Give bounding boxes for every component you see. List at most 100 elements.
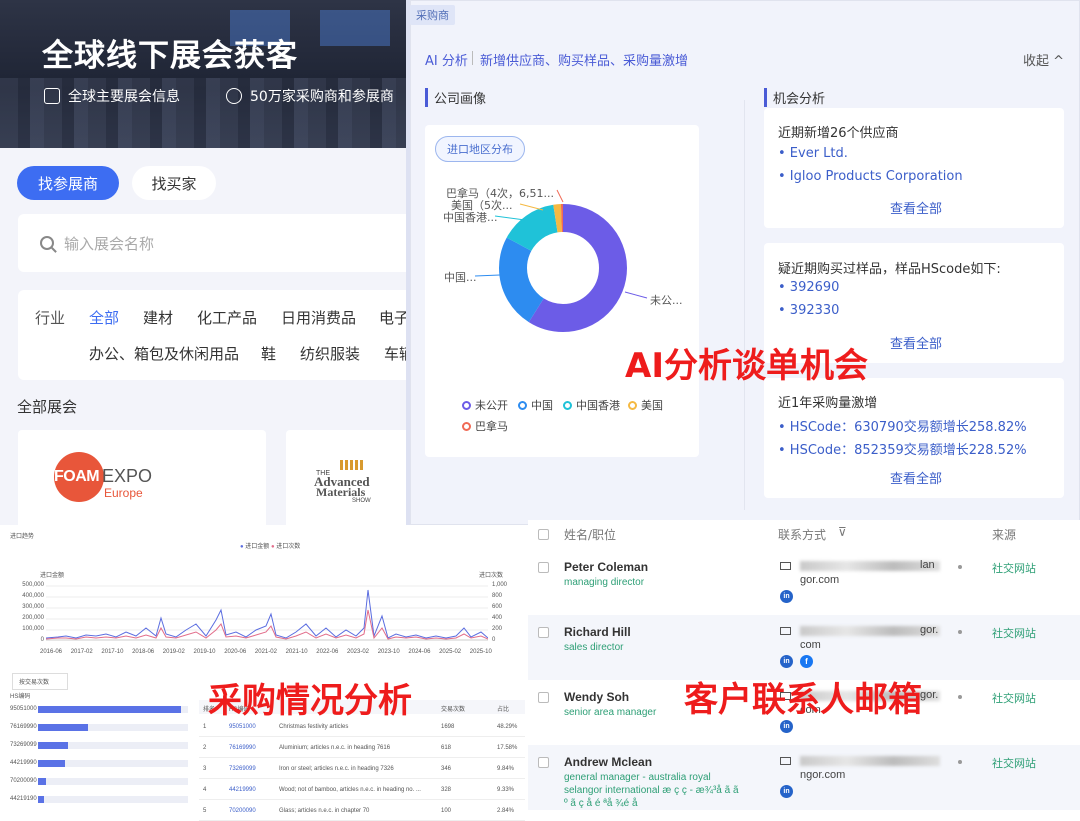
linkedin-icon[interactable]: in	[780, 785, 793, 798]
legend-item[interactable]: 中国香港	[563, 397, 620, 413]
hs-code-link[interactable]: 95051000	[229, 724, 256, 730]
tab-find-buyers[interactable]: 找买家	[132, 166, 216, 200]
axis-tick: 200	[492, 626, 503, 632]
view-all-link[interactable]: 查看全部	[890, 468, 942, 487]
filter-shoes[interactable]: 鞋	[261, 343, 276, 364]
row-checkbox[interactable]	[538, 757, 549, 768]
filter-building-materials[interactable]: 建材	[143, 307, 173, 328]
overlay-caption: AI分析谈单机会	[625, 346, 868, 386]
count-cell: 1698	[441, 724, 455, 730]
linkedin-icon[interactable]: in	[780, 655, 793, 668]
hscode-growth[interactable]: • HSCode：852359交易额增长228.52%	[778, 439, 1027, 458]
hs-bar	[38, 760, 65, 767]
expo-search-input[interactable]: 输入展会名称	[18, 214, 410, 272]
supplier-link[interactable]: • Ever Ltd.	[778, 146, 848, 161]
view-all-link[interactable]: 查看全部	[890, 333, 942, 352]
axis-tick: 2024-06	[408, 649, 431, 655]
hs-code-label: 44219190	[10, 796, 37, 802]
collapse-label: 收起	[1023, 54, 1050, 69]
source-link[interactable]: 社交网站	[992, 560, 1036, 576]
hs-code-link[interactable]: 44219990	[229, 787, 256, 793]
legend-item[interactable]: 未公开	[462, 397, 508, 413]
hs-bar	[38, 724, 88, 731]
select-all-checkbox[interactable]	[538, 529, 549, 540]
expo-card[interactable]: FOAM EXPO Europe	[18, 430, 266, 530]
axis-tick: 500,000	[22, 582, 44, 588]
source-link[interactable]: 社交网站	[992, 625, 1036, 641]
collapse-button[interactable]: 收起 ^	[1023, 50, 1064, 69]
chart-title: 进口趋势	[10, 534, 35, 540]
row-divider	[199, 799, 525, 800]
count-cell: 100	[441, 808, 452, 814]
linkedin-icon[interactable]: in	[780, 590, 793, 603]
axis-tick: 600	[492, 604, 503, 610]
column-header: 联系方式	[778, 528, 827, 542]
row-checkbox[interactable]	[538, 627, 549, 638]
logo-text: FOAM	[54, 468, 100, 485]
rank-cell: 1	[203, 724, 207, 730]
import-region-pill[interactable]: 进口地区分布	[435, 136, 525, 162]
hero-feature: 全球主要展会信息	[44, 86, 180, 106]
column-header: 姓名/职位	[564, 528, 617, 542]
axis-tick: 300,000	[22, 604, 44, 610]
filter-icon[interactable]: ⊽	[838, 525, 847, 539]
hero-feature-label: 全球主要展会信息	[68, 89, 180, 105]
source-link[interactable]: 社交网站	[992, 690, 1036, 706]
source-link[interactable]: 社交网站	[992, 755, 1036, 771]
filter-chemicals[interactable]: 化工产品	[197, 307, 257, 328]
rank-cell: 5	[203, 808, 207, 814]
axis-tick: 2018-06	[132, 649, 155, 655]
filter-electronics[interactable]: 电子	[379, 307, 409, 328]
facebook-icon[interactable]: f	[800, 655, 813, 668]
percent-cell: 17.58%	[497, 745, 518, 751]
hs-code-link[interactable]: 76169990	[229, 745, 256, 751]
description-cell: Christmas festivity articles	[279, 724, 349, 730]
supplier-link[interactable]: • Igloo Products Corporation	[778, 169, 963, 184]
divider	[744, 100, 745, 510]
company-profile-title: 公司画像	[425, 88, 486, 107]
hs-code-link[interactable]: 70200090	[229, 808, 256, 814]
hs-code-label: 70200090	[10, 778, 37, 784]
hscode-growth[interactable]: • HSCode：630790交易额增长258.82%	[778, 416, 1027, 435]
legend-label: 未公开	[475, 399, 508, 412]
email-line: ngor.com	[800, 769, 846, 781]
legend-dot	[518, 400, 527, 410]
expo-card[interactable]: THE Advanced Materials SHOW	[286, 430, 410, 530]
row-checkbox[interactable]	[538, 692, 549, 703]
hscode-link[interactable]: • 392330	[778, 303, 839, 318]
hs-code-label: 76169990	[10, 724, 37, 730]
filter-office-bags[interactable]: 办公、箱包及休闲用品	[89, 343, 239, 364]
filter-consumer-goods[interactable]: 日用消费品	[281, 307, 356, 328]
filter-vehicles[interactable]: 车辆	[384, 343, 410, 364]
filter-textiles[interactable]: 纺织服装	[300, 343, 360, 364]
axis-tick: 400	[492, 615, 503, 621]
axis-tick: 2022-06	[316, 649, 339, 655]
legend-item[interactable]: 巴拿马	[462, 418, 508, 434]
logo-text: SHOW	[352, 498, 371, 504]
status-dot	[958, 630, 962, 634]
legend-item[interactable]: 美国	[628, 397, 663, 413]
sort-select[interactable]: 按交易次数	[12, 673, 68, 690]
buyer-tag: 采购商	[410, 5, 455, 25]
opportunity-card-volume: 近1年采购量激增 • HSCode：630790交易额增长258.82% • H…	[764, 378, 1064, 498]
opportunity-title: 机会分析	[764, 88, 825, 107]
legend-dot	[462, 400, 471, 410]
chevron-up-icon: ^	[1053, 54, 1065, 69]
search-icon	[40, 236, 54, 250]
hero-title: 全球线下展会获客	[42, 38, 298, 74]
legend-item[interactable]: 中国	[518, 397, 553, 413]
logo-text: Europe	[104, 486, 143, 500]
filter-all[interactable]: 全部	[89, 307, 119, 328]
legend-label: 巴拿马	[475, 420, 508, 433]
linkedin-icon[interactable]: in	[780, 720, 793, 733]
sort-select-value: 按交易次数	[19, 680, 50, 686]
contact-role: general manager - australia royal selang…	[564, 772, 739, 809]
row-checkbox[interactable]	[538, 562, 549, 573]
hs-code-label: 73269099	[10, 742, 37, 748]
description-cell: Aluminium; articles n.e.c. in heading 76…	[279, 745, 391, 751]
hs-code-link[interactable]: 73269099	[229, 766, 256, 772]
tab-find-exhibitors[interactable]: 找参展商	[17, 166, 119, 200]
hscode-link[interactable]: • 392690	[778, 280, 839, 295]
view-all-link[interactable]: 查看全部	[890, 198, 942, 217]
donut-label: 中国香港...	[443, 211, 498, 224]
